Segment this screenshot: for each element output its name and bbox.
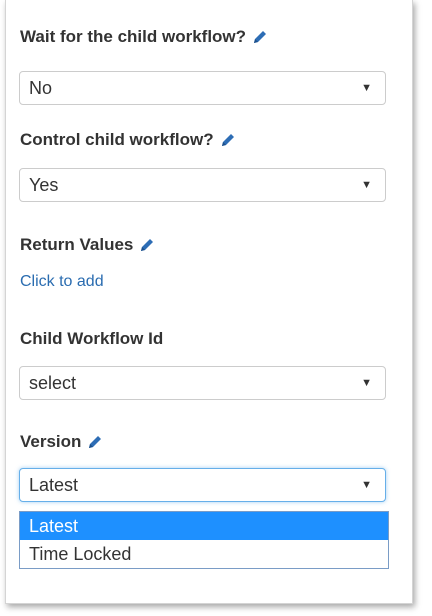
control-child-label-text: Control child workflow? xyxy=(20,130,214,149)
return-values-label: Return Values xyxy=(20,235,155,255)
version-label: Version xyxy=(20,432,103,452)
return-values-label-text: Return Values xyxy=(20,235,134,254)
pencil-icon[interactable] xyxy=(252,29,268,45)
chevron-down-icon: ▼ xyxy=(361,179,372,191)
control-child-select[interactable]: Yes ▼ xyxy=(19,168,386,202)
child-workflow-id-label: Child Workflow Id xyxy=(20,329,163,349)
version-select[interactable]: Latest ▼ xyxy=(19,468,386,502)
wait-child-value: No xyxy=(29,77,53,98)
wait-child-label-text: Wait for the child workflow? xyxy=(20,27,247,46)
wait-child-select[interactable]: No ▼ xyxy=(19,71,386,105)
version-dropdown-list: Latest Time Locked xyxy=(19,511,389,569)
version-option-latest[interactable]: Latest xyxy=(20,512,388,540)
version-value: Latest xyxy=(29,474,79,495)
child-workflow-id-label-text: Child Workflow Id xyxy=(20,329,164,348)
workflow-settings-panel: Wait for the child workflow? No ▼ Contro… xyxy=(5,0,413,604)
version-label-text: Version xyxy=(20,432,82,451)
control-child-label: Control child workflow? xyxy=(20,130,236,150)
chevron-down-icon: ▼ xyxy=(361,377,372,389)
control-child-value: Yes xyxy=(29,174,59,195)
chevron-down-icon: ▼ xyxy=(361,479,372,491)
pencil-icon[interactable] xyxy=(220,132,236,148)
child-workflow-id-select[interactable]: select ▼ xyxy=(19,366,386,400)
chevron-down-icon: ▼ xyxy=(361,82,372,94)
click-to-add-link[interactable]: Click to add xyxy=(20,273,104,291)
pencil-icon[interactable] xyxy=(139,237,155,253)
pencil-icon[interactable] xyxy=(87,434,103,450)
child-workflow-id-value: select xyxy=(29,372,77,393)
wait-child-label: Wait for the child workflow? xyxy=(20,27,268,47)
version-option-time-locked[interactable]: Time Locked xyxy=(20,540,388,568)
